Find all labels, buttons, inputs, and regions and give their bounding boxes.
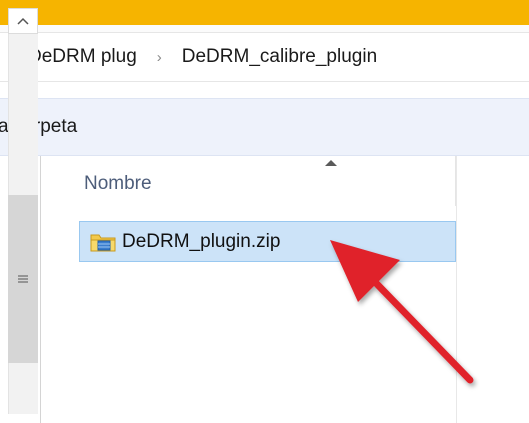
title-bar-edge [0,25,529,32]
file-name: DeDRM_plugin.zip [122,230,281,252]
file-list: Nombre DeDRM_plugin.zip [41,156,456,423]
chevron-up-icon [17,17,29,25]
sort-ascending-icon [325,160,337,166]
explorer-window: DeDRM plug › DeDRM_calibre_plugin a carp… [0,0,529,423]
column-header-row: Nombre [41,156,456,206]
zip-folder-icon [89,230,117,254]
nav-pane-scrollbar-thumb[interactable] [8,195,38,363]
address-bar-breadcrumb: DeDRM plug › DeDRM_calibre_plugin [0,32,529,82]
column-header-name[interactable]: Nombre [84,173,152,195]
breadcrumb-item-dedrm-plug[interactable]: DeDRM plug [22,46,143,68]
command-bar: a carpeta [0,98,529,156]
file-list-edge [456,156,457,423]
grip-lines-icon [18,275,28,283]
title-bar [0,0,529,25]
list-item[interactable]: DeDRM_plugin.zip [79,221,456,262]
breadcrumb-item-dedrm-calibre-plugin[interactable]: DeDRM_calibre_plugin [176,46,383,68]
chevron-right-icon[interactable]: › [143,49,176,66]
scroll-up-button[interactable] [8,8,38,34]
